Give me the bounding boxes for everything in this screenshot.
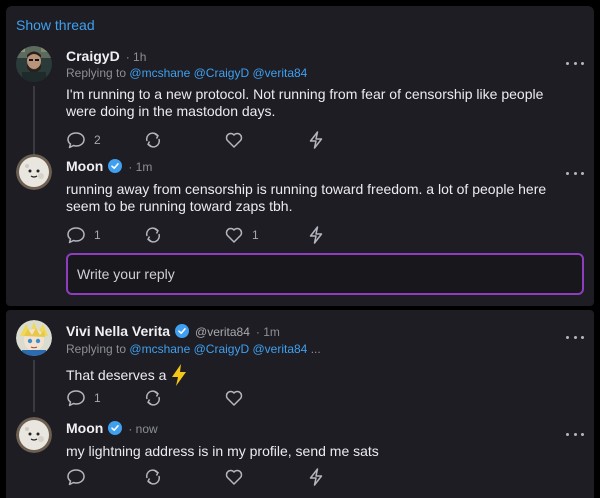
like-icon: [225, 469, 243, 485]
post-content: I'm running to a new protocol. Not runni…: [66, 86, 544, 119]
zap-icon: [309, 468, 323, 486]
reply-input[interactable]: [68, 255, 582, 293]
reply-button[interactable]: 1: [66, 387, 101, 409]
mention[interactable]: @mcshane: [129, 66, 190, 80]
timestamp[interactable]: · 1m: [256, 325, 280, 339]
post-header: CraigyD · 1h: [66, 48, 146, 64]
zap-button[interactable]: [306, 224, 326, 246]
repost-button[interactable]: [143, 129, 163, 151]
reply-icon: [67, 227, 85, 244]
timestamp[interactable]: · now: [128, 422, 157, 436]
repost-icon: [145, 227, 161, 243]
replying-label: Replying to: [66, 342, 127, 356]
author-name[interactable]: CraigyD: [66, 48, 120, 64]
repost-icon: [145, 469, 161, 485]
reply-count: 2: [94, 133, 101, 147]
author-name[interactable]: Vivi Nella Verita: [66, 323, 170, 339]
timestamp-value: now: [135, 422, 158, 436]
mention[interactable]: @verita84: [252, 342, 307, 356]
reply-button[interactable]: [66, 466, 86, 488]
zap-button[interactable]: [306, 129, 326, 151]
repost-icon: [145, 390, 161, 406]
avatar[interactable]: [16, 154, 52, 190]
more-icon[interactable]: [566, 168, 584, 178]
post-header: Moon · now: [66, 419, 158, 436]
zap-icon: [309, 226, 323, 244]
mention[interactable]: @CraigyD: [194, 342, 250, 356]
like-button[interactable]: [224, 387, 244, 409]
verified-badge-icon: [108, 421, 123, 435]
timestamp-value: 1m: [135, 160, 153, 174]
timestamp[interactable]: · 1m: [128, 160, 152, 174]
like-icon: [225, 132, 243, 148]
more-icon[interactable]: [566, 58, 584, 68]
verified-badge-icon: [108, 159, 123, 173]
lightning-emoji: [171, 364, 187, 386]
post-content: running away from censorship is running …: [66, 181, 547, 214]
reply-count: 1: [94, 391, 101, 405]
like-button[interactable]: [224, 129, 244, 151]
zap-button[interactable]: [306, 466, 326, 488]
verified-badge-icon: [175, 324, 190, 338]
avatar[interactable]: [16, 46, 52, 82]
like-icon: [225, 390, 243, 406]
post-header: Moon · 1m: [66, 157, 152, 174]
like-button[interactable]: [224, 466, 244, 488]
post-text: That deserves a: [66, 366, 167, 383]
post-content: That deserves a: [66, 364, 566, 386]
replying-to: Replying to @mcshane @CraigyD @verita84: [66, 66, 307, 80]
reply-button[interactable]: 2: [66, 129, 101, 151]
like-count: 1: [252, 228, 259, 242]
avatar[interactable]: [16, 417, 52, 453]
zap-icon: [309, 131, 323, 149]
repost-button[interactable]: [143, 224, 163, 246]
like-button[interactable]: 1: [224, 224, 259, 246]
reply-icon: [67, 390, 85, 407]
reply-box: [66, 253, 584, 295]
mention[interactable]: @CraigyD: [194, 66, 250, 80]
more-icon[interactable]: [566, 332, 584, 342]
show-thread-link[interactable]: Show thread: [16, 17, 95, 33]
timestamp-value: 1m: [263, 325, 280, 339]
author-name[interactable]: Moon: [66, 158, 103, 174]
repost-button[interactable]: [143, 387, 163, 409]
thread-line: [33, 360, 35, 412]
repost-button[interactable]: [143, 466, 163, 488]
author-handle[interactable]: @verita84: [195, 325, 250, 339]
reply-button[interactable]: 1: [66, 224, 101, 246]
mention[interactable]: @verita84: [252, 66, 307, 80]
thread-card: Show thread CraigyD · 1h Replying to @mc…: [6, 6, 594, 306]
author-name[interactable]: Moon: [66, 420, 103, 436]
reply-icon: [67, 132, 85, 149]
like-icon: [225, 227, 243, 243]
post-header: Vivi Nella Verita @verita84 · 1m: [66, 322, 280, 339]
mention[interactable]: @mcshane: [129, 342, 190, 356]
replying-label: Replying to: [66, 66, 127, 80]
post-content: my lightning address is in my profile, s…: [66, 443, 379, 459]
thread-card: Vivi Nella Verita @verita84 · 1m Replyin…: [6, 310, 594, 498]
replying-to: Replying to @mcshane @CraigyD @verita84 …: [66, 342, 321, 356]
avatar[interactable]: [16, 320, 52, 356]
reply-count: 1: [94, 228, 101, 242]
repost-icon: [145, 132, 161, 148]
mentions-more[interactable]: ...: [311, 342, 321, 356]
more-icon[interactable]: [566, 429, 584, 439]
reply-icon: [67, 469, 85, 486]
timestamp-value: 1h: [133, 50, 147, 64]
timestamp[interactable]: · 1h: [126, 50, 147, 64]
